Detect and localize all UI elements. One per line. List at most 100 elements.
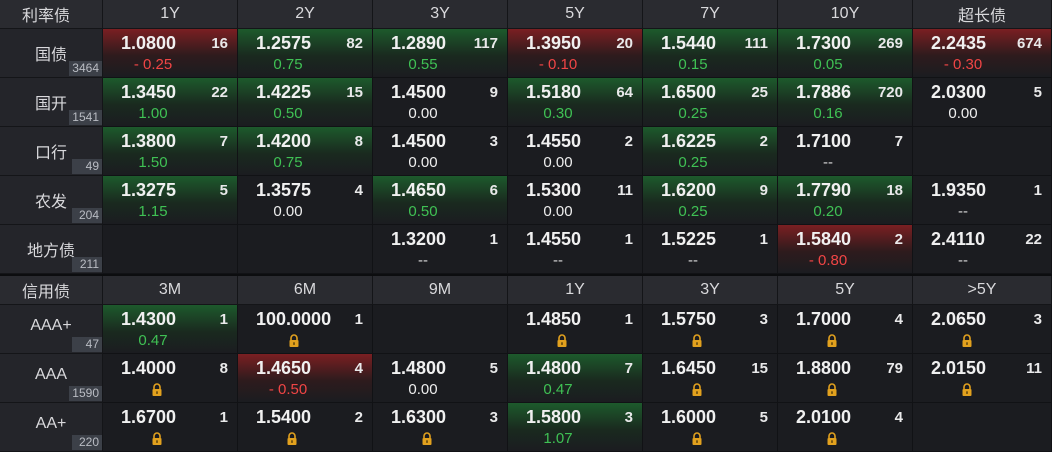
quote-cell[interactable]: 1.4550 2 0.00: [508, 127, 643, 176]
change-value: --: [688, 252, 698, 269]
quote-cell[interactable]: 1.6500 25 0.25: [643, 78, 778, 127]
quote-cell[interactable]: 1.3950 20 - 0.10: [508, 29, 643, 78]
quote-cell[interactable]: 1.7300 269 0.05: [778, 29, 913, 78]
quote-cell[interactable]: 1.4650 4 - 0.50: [238, 354, 373, 403]
quote-cell[interactable]: [373, 305, 508, 354]
tenor-header[interactable]: 3Y: [643, 276, 778, 305]
quote-cell[interactable]: 1.6300 3: [373, 403, 508, 452]
tenor-header[interactable]: 7Y: [643, 0, 778, 29]
tenor-header[interactable]: 5Y: [778, 276, 913, 305]
quote-cell[interactable]: 1.7100 7 --: [778, 127, 913, 176]
quote-cell[interactable]: [913, 127, 1052, 176]
quote-cell[interactable]: [913, 403, 1052, 452]
quote-cell[interactable]: 1.4800 7 0.47: [508, 354, 643, 403]
quote-cell[interactable]: 1.3200 1 --: [373, 225, 508, 274]
row-label[interactable]: AA+ 220: [0, 403, 103, 452]
change-value: 0.00: [543, 203, 573, 220]
tenor-header[interactable]: 1Y: [103, 0, 238, 29]
quote-cell[interactable]: 1.4000 8: [103, 354, 238, 403]
quote-cell[interactable]: 1.3800 7 1.50: [103, 127, 238, 176]
quote-cell[interactable]: 1.4500 9 0.00: [373, 78, 508, 127]
row-label[interactable]: AAA 1590: [0, 354, 103, 403]
change-value: --: [958, 203, 968, 220]
quote-cell[interactable]: 1.6225 2 0.25: [643, 127, 778, 176]
yield-value: 1.6450: [661, 358, 717, 378]
quote-cell[interactable]: 2.0650 3: [913, 305, 1052, 354]
yield-value: 1.7300: [796, 33, 852, 53]
quote-cell[interactable]: 1.6450 15: [643, 354, 778, 403]
trade-count: 5: [1033, 84, 1042, 101]
quote-cell[interactable]: 2.0100 4: [778, 403, 913, 452]
quote-cell[interactable]: 1.3575 4 0.00: [238, 176, 373, 225]
yield-value: 1.4500: [391, 131, 447, 151]
quote-cell[interactable]: 1.6000 5: [643, 403, 778, 452]
tenor-header[interactable]: 3M: [103, 276, 238, 305]
row-label[interactable]: AAA+ 47: [0, 305, 103, 354]
trade-count: 3: [624, 409, 633, 426]
quote-cell[interactable]: 1.4300 1 0.47: [103, 305, 238, 354]
lock-icon: [556, 334, 568, 347]
trade-count: 1: [219, 409, 228, 426]
quote-cell[interactable]: 1.7886 720 0.16: [778, 78, 913, 127]
tenor-header[interactable]: >5Y: [913, 276, 1052, 305]
tenor-header[interactable]: 3Y: [373, 0, 508, 29]
quote-cell[interactable]: 1.0800 16 - 0.25: [103, 29, 238, 78]
quote-cell[interactable]: 1.4550 1 --: [508, 225, 643, 274]
quote-cell[interactable]: 1.7790 18 0.20: [778, 176, 913, 225]
quote-cell[interactable]: 1.4500 3 0.00: [373, 127, 508, 176]
tenor-header[interactable]: 6M: [238, 276, 373, 305]
yield-value: 1.5440: [661, 33, 717, 53]
quote-cell[interactable]: 1.4225 15 0.50: [238, 78, 373, 127]
tenor-header[interactable]: 2Y: [238, 0, 373, 29]
yield-value: 2.4110: [931, 229, 986, 249]
tenor-header[interactable]: 10Y: [778, 0, 913, 29]
quote-cell[interactable]: 1.5400 2: [238, 403, 373, 452]
tenor-header[interactable]: 1Y: [508, 276, 643, 305]
quote-cell[interactable]: 2.0300 5 0.00: [913, 78, 1052, 127]
row-label[interactable]: 国开 1541: [0, 78, 103, 127]
quote-cell[interactable]: 1.5180 64 0.30: [508, 78, 643, 127]
row-label[interactable]: 口行 49: [0, 127, 103, 176]
quote-cell[interactable]: 1.6200 9 0.25: [643, 176, 778, 225]
yield-value: 1.7886: [796, 82, 852, 102]
quote-cell[interactable]: 1.7000 4: [778, 305, 913, 354]
quote-cell[interactable]: 1.5750 3: [643, 305, 778, 354]
quote-cell[interactable]: 2.4110 22 --: [913, 225, 1052, 274]
row-label[interactable]: 农发 204: [0, 176, 103, 225]
quote-cell[interactable]: 100.0000 1: [238, 305, 373, 354]
quote-cell[interactable]: 1.3450 22 1.00: [103, 78, 238, 127]
quote-cell[interactable]: 1.4850 1: [508, 305, 643, 354]
quote-cell[interactable]: 1.4800 5 0.00: [373, 354, 508, 403]
change-value: 0.25: [678, 105, 708, 122]
trade-count: 4: [894, 311, 903, 328]
trade-count: 3: [1033, 311, 1042, 328]
quote-cell[interactable]: 1.5300 11 0.00: [508, 176, 643, 225]
quote-cell[interactable]: 1.5225 1 --: [643, 225, 778, 274]
tenor-header[interactable]: 超长债: [913, 0, 1052, 29]
quote-cell[interactable]: 1.4200 8 0.75: [238, 127, 373, 176]
tenor-header[interactable]: 5Y: [508, 0, 643, 29]
row-label[interactable]: 国债 3464: [0, 29, 103, 78]
quote-cell[interactable]: 1.9350 1 --: [913, 176, 1052, 225]
quote-cell[interactable]: [103, 225, 238, 274]
quote-cell[interactable]: [238, 225, 373, 274]
change-value: 0.16: [813, 105, 843, 122]
quote-cell[interactable]: 1.2575 82 0.75: [238, 29, 373, 78]
quote-cell[interactable]: 1.5440 111 0.15: [643, 29, 778, 78]
quote-cell[interactable]: 1.6700 1: [103, 403, 238, 452]
tenor-header[interactable]: 9M: [373, 276, 508, 305]
quote-cell[interactable]: 2.0150 11: [913, 354, 1052, 403]
quote-cell[interactable]: 2.2435 674 - 0.30: [913, 29, 1052, 78]
quote-cell[interactable]: 1.2890 117 0.55: [373, 29, 508, 78]
lock-icon: [691, 432, 703, 445]
quote-cell[interactable]: 1.5800 3 1.07: [508, 403, 643, 452]
yield-value: 1.3450: [121, 82, 177, 102]
row-count-badge: 211: [72, 257, 102, 272]
row-label[interactable]: 地方债 211: [0, 225, 103, 274]
trade-count: 1: [624, 311, 633, 328]
quote-cell[interactable]: 1.3275 5 1.15: [103, 176, 238, 225]
quote-cell[interactable]: 1.8800 79: [778, 354, 913, 403]
quote-cell[interactable]: 1.4650 6 0.50: [373, 176, 508, 225]
trade-count: 25: [751, 84, 768, 101]
quote-cell[interactable]: 1.5840 2 - 0.80: [778, 225, 913, 274]
